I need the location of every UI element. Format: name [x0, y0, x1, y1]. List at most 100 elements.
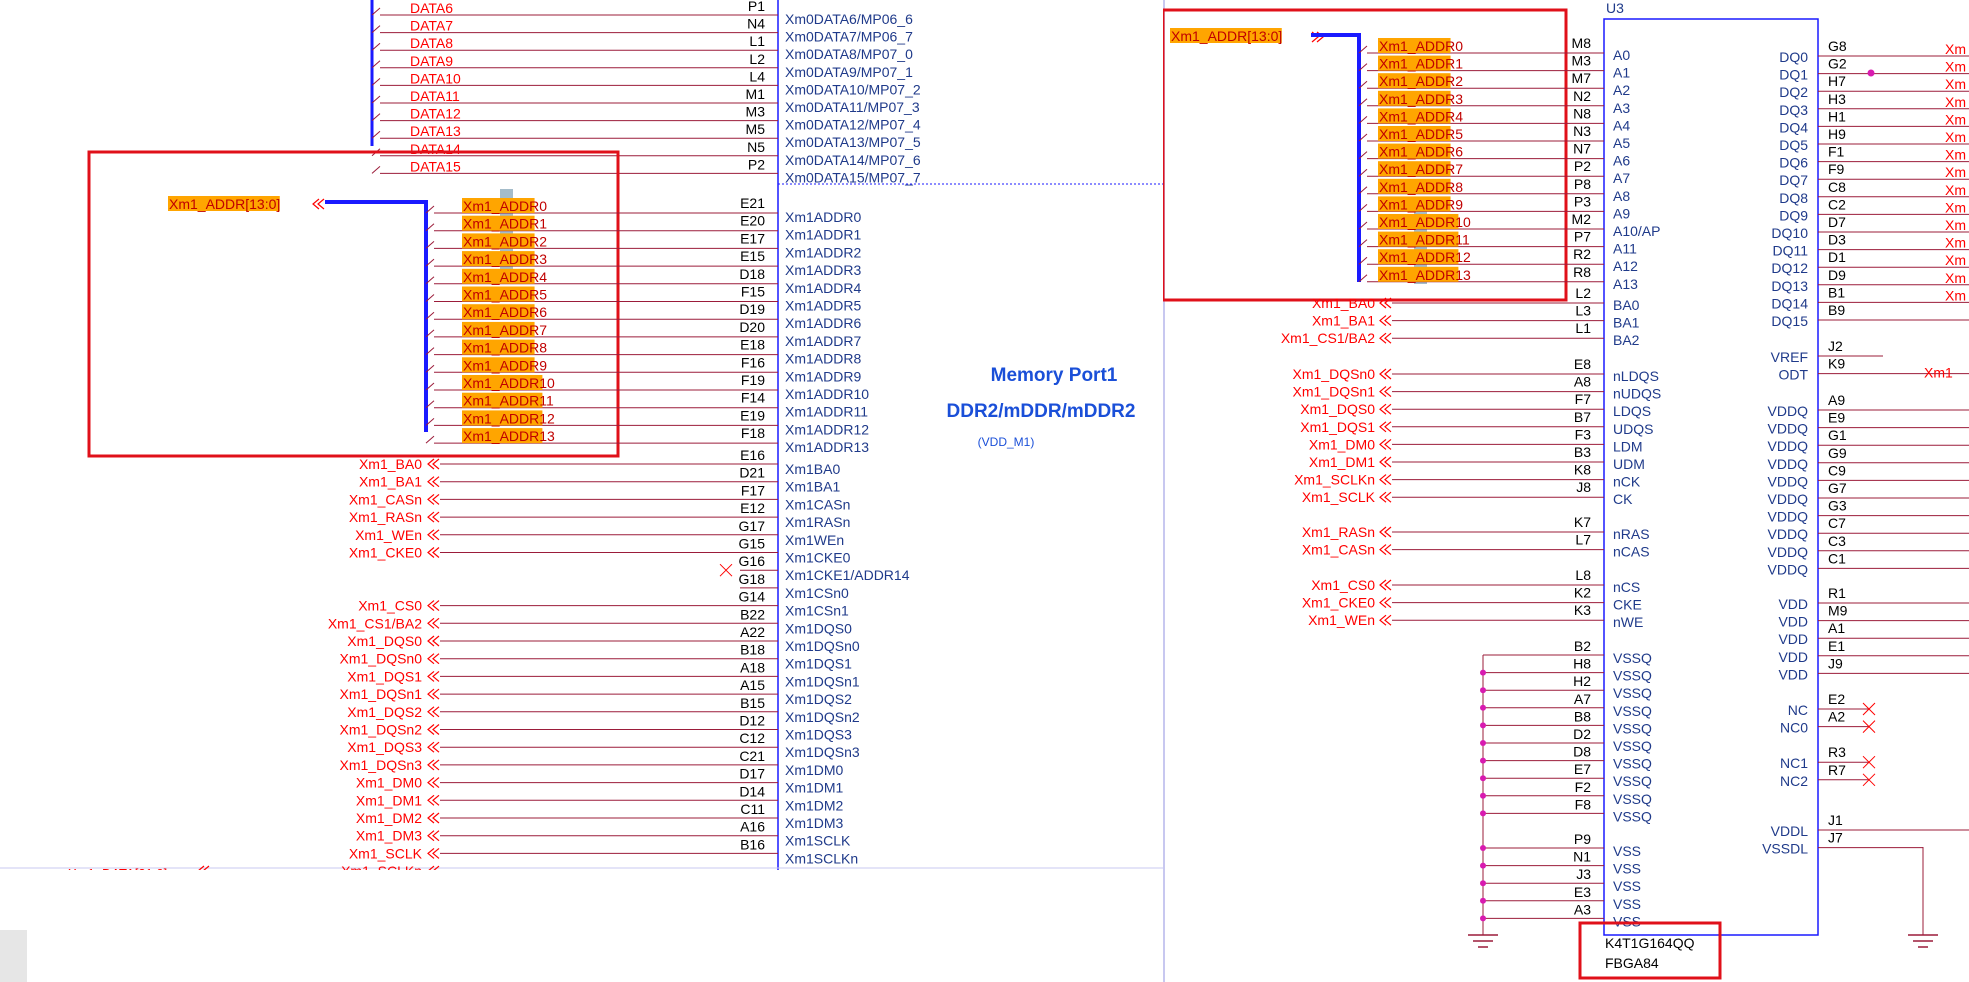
net-label-xm1-addr0[interactable]: Xm1_ADDR0: [1379, 38, 1463, 54]
net-label[interactable]: Xm1_CASn: [1302, 542, 1375, 558]
net-label[interactable]: Xm1_DQS0: [1300, 401, 1375, 417]
net-label-xm1-addr4[interactable]: Xm1_ADDR4: [1379, 108, 1463, 124]
net-label-xm1-addr4[interactable]: Xm1_ADDR4: [463, 269, 547, 285]
net-label[interactable]: Xm: [1945, 199, 1966, 215]
net-label-xm1-addr7[interactable]: Xm1_ADDR7: [463, 322, 547, 338]
net-label[interactable]: Xm1_BA1: [359, 474, 422, 490]
net-label[interactable]: Xm1_DM2: [356, 810, 422, 826]
net-label[interactable]: DATA8: [410, 35, 453, 51]
net-label[interactable]: Xm1_SCLKn: [341, 863, 422, 870]
net-label[interactable]: Xm: [1945, 182, 1966, 198]
net-label-xm1-addr11[interactable]: Xm1_ADDR11: [463, 393, 554, 409]
net-label[interactable]: Xm: [1945, 129, 1966, 145]
net-label[interactable]: Xm1_DM1: [1309, 454, 1375, 470]
net-label[interactable]: Xm: [1945, 147, 1966, 163]
net-label-xm1-addr2[interactable]: Xm1_ADDR2: [463, 233, 547, 249]
net-label-xm1-addr0[interactable]: Xm1_ADDR0: [463, 198, 547, 214]
net-label-xm1-addr6[interactable]: Xm1_ADDR6: [1379, 144, 1463, 160]
net-label[interactable]: Xm1_RASn: [1302, 524, 1375, 540]
net-label[interactable]: Xm1_CKE0: [349, 545, 422, 561]
net-label-xm1-addr5[interactable]: Xm1_ADDR5: [463, 287, 547, 303]
net-label-xm1-addr1[interactable]: Xm1_ADDR1: [1379, 56, 1463, 72]
net-label-xm1-addr13[interactable]: Xm1_ADDR13: [463, 428, 555, 444]
net-label-xm1-addr8[interactable]: Xm1_ADDR8: [1379, 179, 1463, 195]
net-label[interactable]: Xm1_DQSn1: [1293, 384, 1376, 400]
net-label[interactable]: DATA7: [410, 18, 453, 34]
address-bus-label[interactable]: Xm1_ADDR[13:0]: [1171, 28, 1282, 44]
net-label[interactable]: Xm: [1945, 270, 1966, 286]
net-label[interactable]: Xm1_DM3: [356, 828, 422, 844]
net-label[interactable]: Xm1_DQSn2: [340, 722, 423, 738]
net-label[interactable]: DATA13: [410, 123, 461, 139]
net-label[interactable]: Xm1_CS1/BA2: [1281, 330, 1375, 346]
junction-dot: [1480, 810, 1486, 817]
net-label-xm1-addr10[interactable]: Xm1_ADDR10: [463, 375, 555, 391]
net-label[interactable]: Xm: [1945, 235, 1966, 251]
net-label[interactable]: Xm1_SCLKn: [1294, 472, 1375, 488]
net-label[interactable]: Xm1_DQS1: [347, 668, 422, 684]
net-label-xm1-addr13[interactable]: Xm1_ADDR13: [1379, 267, 1471, 283]
net-label[interactable]: Xm1_SCLK: [349, 845, 423, 861]
schematic-canvas[interactable]: DATA6 P1 Xm0DATA6/MP06_6 DATA7 N4 Xm0DATA7/MP…: [0, 0, 1969, 982]
net-label[interactable]: Xm: [1945, 111, 1966, 127]
net-label[interactable]: Xm: [1945, 94, 1966, 110]
net-label[interactable]: Xm1_BA1: [1312, 313, 1375, 329]
net-label[interactable]: DATA14: [410, 141, 461, 157]
net-label[interactable]: Xm1_WEn: [1308, 612, 1375, 628]
ddr2-memory-sheet[interactable]: U3 Xm1_ADDR[13:0] Xm1_ADDR0 M8 A0 Xm1_ADDR1 M3…: [1163, 0, 1969, 982]
net-label[interactable]: Xm1_WEn: [355, 527, 422, 543]
net-label-xm1-addr10[interactable]: Xm1_ADDR10: [1379, 214, 1471, 230]
net-label[interactable]: Xm: [1945, 252, 1966, 268]
net-label[interactable]: Xm1_DQSn1: [340, 686, 423, 702]
net-label[interactable]: Xm1: [1924, 365, 1953, 381]
net-label[interactable]: Xm: [1945, 59, 1966, 75]
net-label[interactable]: Xm1_DM0: [1309, 436, 1375, 452]
net-label[interactable]: Xm: [1945, 41, 1966, 57]
net-label-xm1-addr12[interactable]: Xm1_ADDR12: [1379, 249, 1471, 265]
net-label-xm1-addr6[interactable]: Xm1_ADDR6: [463, 304, 547, 320]
net-label[interactable]: DATA15: [410, 158, 461, 174]
net-label-xm1-addr8[interactable]: Xm1_ADDR8: [463, 340, 547, 356]
pin-name: VSSQ: [1613, 720, 1652, 736]
cpu-memory-port-sheet[interactable]: DATA6 P1 Xm0DATA6/MP06_6 DATA7 N4 Xm0DATA7/MP…: [0, 0, 1163, 870]
net-label-xm1-addr3[interactable]: Xm1_ADDR3: [463, 251, 547, 267]
net-label[interactable]: Xm: [1945, 76, 1966, 92]
net-label[interactable]: Xm1_CASn: [349, 491, 422, 507]
address-bus-label[interactable]: Xm1_ADDR[13:0]: [169, 196, 280, 212]
net-label[interactable]: Xm: [1945, 287, 1966, 303]
net-label[interactable]: Xm1_DQSn3: [340, 757, 423, 773]
net-label[interactable]: DATA10: [410, 70, 461, 86]
part-number[interactable]: K4T1G164QQ: [1605, 935, 1695, 951]
net-label[interactable]: Xm1_DQS3: [347, 739, 422, 755]
net-label[interactable]: DATA11: [410, 88, 460, 104]
net-label[interactable]: Xm1_CKE0: [1302, 595, 1375, 611]
net-label-xm1-addr3[interactable]: Xm1_ADDR3: [1379, 91, 1463, 107]
net-label[interactable]: Xm1_DQSn0: [340, 651, 423, 667]
net-label-xm1-addr9[interactable]: Xm1_ADDR9: [1379, 196, 1463, 212]
net-label[interactable]: Xm1_CS1/BA2: [328, 615, 422, 631]
net-label-xm1-addr5[interactable]: Xm1_ADDR5: [1379, 126, 1463, 142]
net-label-xm1-addr11[interactable]: Xm1_ADDR11: [1379, 232, 1470, 248]
net-label[interactable]: Xm1_CS0: [358, 598, 422, 614]
net-label[interactable]: DATA12: [410, 106, 461, 122]
net-label[interactable]: DATA9: [410, 53, 453, 69]
net-label[interactable]: DATA6: [410, 0, 453, 16]
net-label[interactable]: Xm1_DM1: [356, 792, 422, 808]
net-label[interactable]: Xm1_DQS0: [347, 633, 422, 649]
net-label[interactable]: Xm1_CS0: [1311, 577, 1375, 593]
net-label[interactable]: Xm1_DQS1: [1300, 419, 1375, 435]
net-label[interactable]: Xm1_DQSn0: [1293, 366, 1376, 382]
net-label[interactable]: Xm1_BA0: [1312, 295, 1375, 311]
net-label-xm1-addr1[interactable]: Xm1_ADDR1: [463, 216, 547, 232]
net-label[interactable]: Xm1_SCLK: [1302, 489, 1376, 505]
net-label-xm1-addr2[interactable]: Xm1_ADDR2: [1379, 73, 1463, 89]
net-label[interactable]: Xm1_DQS2: [347, 704, 422, 720]
net-label[interactable]: Xm1_RASn: [349, 509, 422, 525]
net-label-xm1-addr9[interactable]: Xm1_ADDR9: [463, 357, 547, 373]
net-label[interactable]: Xm: [1945, 164, 1966, 180]
net-label[interactable]: Xm: [1945, 217, 1966, 233]
net-label[interactable]: Xm1_DM0: [356, 775, 422, 791]
net-label-xm1-addr12[interactable]: Xm1_ADDR12: [463, 410, 555, 426]
net-label-xm1-addr7[interactable]: Xm1_ADDR7: [1379, 161, 1463, 177]
net-label[interactable]: Xm1_BA0: [359, 456, 422, 472]
